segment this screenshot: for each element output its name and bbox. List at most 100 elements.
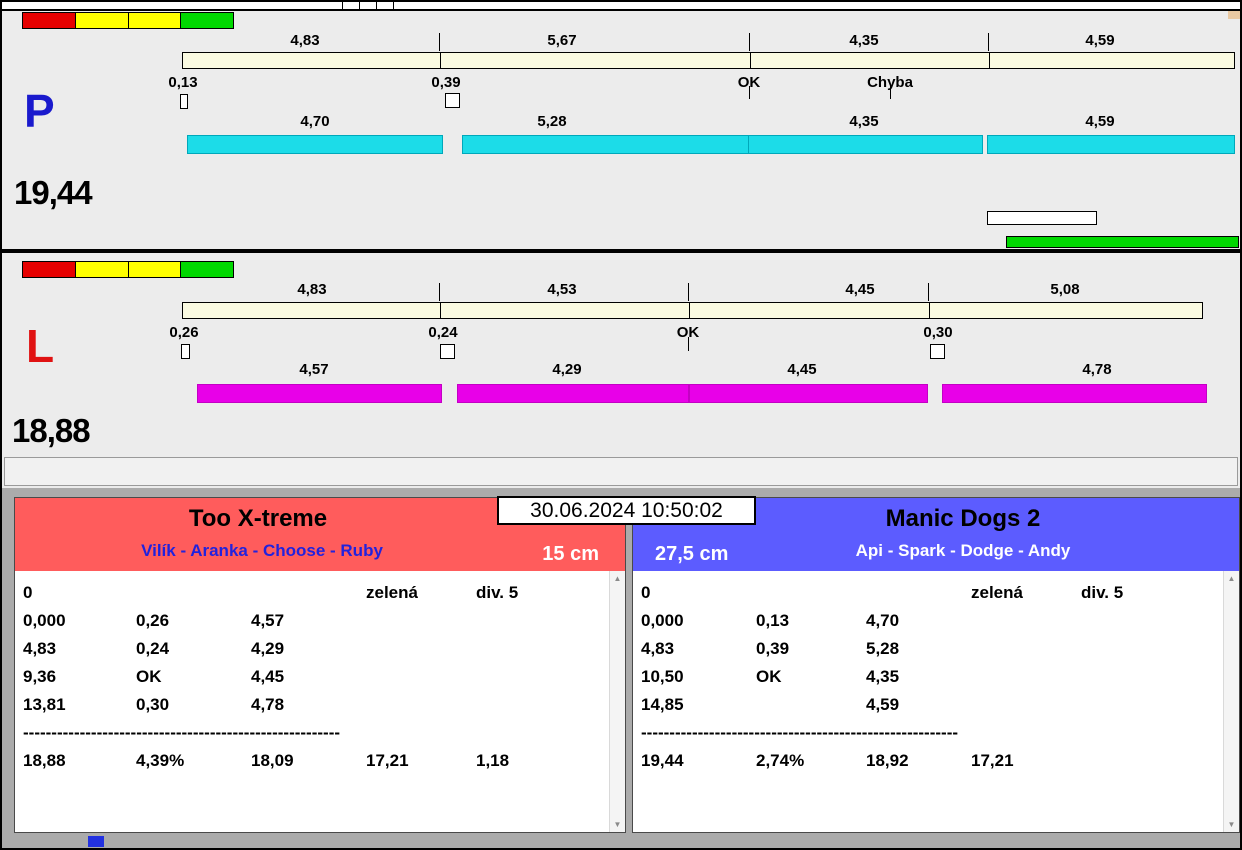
lane-total-time-p: 19,44 [14,174,93,211]
scroll-down-icon[interactable]: ▼ [1228,820,1236,829]
scroll-up-icon[interactable]: ▲ [614,574,622,583]
table-row: ----------------------------------------… [23,719,625,747]
app-window: 4,83 5,67 4,35 4,59 0,13 0,39 OK Chyba 4… [0,0,1242,850]
results-area: Too X-treme Vilík - Aranka - Choose - Ru… [2,488,1240,848]
light-green-icon [181,13,233,28]
light-red-icon [23,13,76,28]
table-cell: 4,29 [251,639,285,658]
jump-height: 27,5 cm [655,543,729,565]
scroll-down-icon[interactable]: ▼ [614,820,622,829]
table-cell: 4,57 [251,611,285,630]
sensor-indicator-box [445,93,460,108]
table-row: 9,36 OK 4,45 [23,663,625,691]
table-row: 19,44 2,74% 18,92 17,21 [641,747,1239,775]
split-time-label: 4,59 [1085,32,1115,49]
run-bar-dog4 [942,384,1207,403]
table-cell: 0,39 [756,639,790,658]
light-yellow-icon [75,13,129,28]
green-progress-bar [1006,236,1239,248]
run-bar-dog2 [462,135,749,154]
datetime-display: 30.06.2024 10:50:02 [497,496,756,525]
run-bar-dog2 [457,384,689,403]
panel-divider-top [2,9,1240,11]
table-cell: 18,09 [251,751,294,770]
scale-tick [439,283,440,301]
table-cell: 5,28 [866,639,900,658]
split-time-label: 4,59 [1085,113,1115,130]
table-cell: 4,59 [866,695,900,714]
split-time-label: 5,08 [1050,281,1080,298]
split-time-label: 4,45 [845,281,875,298]
table-cell: OK [136,667,162,686]
table-cell: zelená [366,583,418,602]
team-panel-right: Manic Dogs 2 Api - Spark - Dodge - Andy … [632,497,1240,833]
scale-tick [688,283,689,301]
table-row: 0 zelená div. 5 [641,579,1239,607]
bottom-blue-mark [88,836,104,847]
table-cell: 19,44 [641,751,684,770]
lane-letter-p: P [24,85,55,137]
table-cell: 4,78 [251,695,285,714]
table-cell: 10,50 [641,667,684,686]
scale-tick [439,33,440,51]
table-cell: ----------------------------------------… [641,723,959,742]
scale-tick [689,302,690,319]
sensor-status-label: 0,30 [923,324,953,341]
split-time-label: 5,28 [537,113,567,130]
lane-divider [2,249,1240,253]
table-cell: 4,39% [136,751,185,770]
table-cell: 0,13 [756,611,790,630]
lane-total-time-l: 18,88 [12,412,91,449]
scrollbar[interactable]: ▲ ▼ [609,571,625,832]
status-field-empty [4,457,1238,486]
table-cell: 13,81 [23,695,66,714]
table-row: 10,50 OK 4,35 [641,663,1239,691]
table-cell: 0,24 [136,639,170,658]
table-cell: 0,26 [136,611,170,630]
table-cell: 14,85 [641,695,684,714]
scale-tick [929,302,930,319]
run-bar-dog1 [187,135,443,154]
table-row: 14,85 4,59 [641,691,1239,719]
light-yellow-icon [128,262,182,277]
run-bar-dog3 [689,384,928,403]
table-row: 0,000 0,13 4,70 [641,607,1239,635]
sensor-status-label: 0,26 [169,324,199,341]
split-time-label: 4,70 [300,113,330,130]
table-row: 18,88 4,39% 18,09 17,21 1,18 [23,747,625,775]
top-tick [359,2,360,9]
split-time-label: 4,78 [1082,361,1112,378]
table-cell: 18,92 [866,751,909,770]
team-results-left: 0 zelená div. 5 0,000 0,26 4,57 4,83 0,24 4,29 9,… [15,571,625,832]
sensor-indicator-box [180,94,188,109]
table-cell: 17,21 [971,751,1014,770]
table-row: ----------------------------------------… [641,719,1239,747]
split-time-label: 4,83 [297,281,327,298]
scrollbar[interactable]: ▲ ▼ [1223,571,1239,832]
start-lights-lane-l [22,261,234,278]
run-bar-dog1 [197,384,442,403]
run-bar-dog3 [748,135,983,154]
sensor-indicator-box [930,344,945,359]
table-cell: 18,88 [23,751,66,770]
scale-tick [988,33,989,51]
split-time-label: 4,57 [299,361,329,378]
run-bar-dog4 [987,135,1235,154]
split-time-label: 4,53 [547,281,577,298]
split-time-label: 4,83 [290,32,320,49]
scroll-up-icon[interactable]: ▲ [1228,574,1236,583]
table-cell: 9,36 [23,667,57,686]
table-cell: div. 5 [476,583,519,602]
sensor-status-label: 0,24 [428,324,458,341]
table-cell: 1,18 [476,751,510,770]
sensor-tick [749,86,750,99]
split-time-label: 5,67 [547,32,577,49]
team-results-right: 0 zelená div. 5 0,000 0,13 4,70 4,83 0,39 5,28 10… [633,571,1239,832]
light-green-icon [181,262,233,277]
table-row: 0,000 0,26 4,57 [23,607,625,635]
light-red-icon [23,262,76,277]
sensor-tick [890,86,891,99]
table-cell: OK [756,667,782,686]
table-cell: 2,74% [756,751,805,770]
start-lights-lane-p [22,12,234,29]
